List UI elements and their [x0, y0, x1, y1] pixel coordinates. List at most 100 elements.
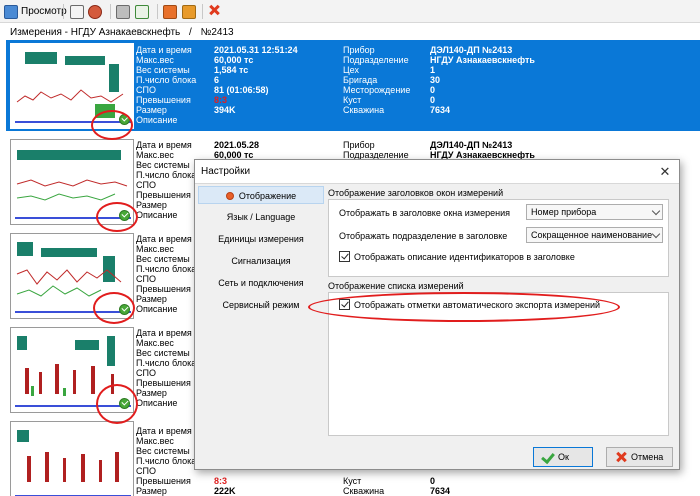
nav-item-network[interactable]: Сеть и подключения: [198, 274, 324, 292]
clear-icon: [88, 4, 102, 19]
field-label: Прибор: [343, 45, 375, 55]
view-button[interactable]: Просмотр: [4, 3, 67, 20]
measurement-row[interactable]: Дата и время Макс.вес Вес системы П.числ…: [6, 40, 700, 131]
field-value: 1,584 тс: [214, 65, 249, 75]
field-label: СПО: [136, 180, 156, 190]
clear-button[interactable]: [88, 3, 102, 20]
field-value: 2021.05.31 12:51:24: [214, 45, 298, 55]
select-value: Номер прибора: [531, 207, 597, 217]
field-label: Размер: [136, 294, 167, 304]
export-mark-icon: [119, 210, 130, 221]
field-value: 394K: [214, 105, 236, 115]
field-label: Вес системы: [136, 160, 190, 170]
field-value: 60,000 тс: [214, 55, 254, 65]
field-label: Скважина: [343, 105, 385, 115]
field-label: Описание: [136, 398, 178, 408]
field-label: П.число блока: [136, 170, 197, 180]
chevron-down-icon: [651, 206, 661, 216]
division-select[interactable]: Сокращенное наименование: [526, 227, 663, 243]
field-label: П.число блока: [136, 358, 197, 368]
thumbnail-chart: [15, 430, 131, 496]
checkbox-label: Отображать описание идентификаторов в за…: [354, 252, 575, 262]
download-button[interactable]: [182, 3, 196, 20]
field-label: Превышения: [136, 190, 191, 200]
download-icon: [182, 4, 196, 19]
measurement-thumbnail[interactable]: [10, 327, 134, 413]
field-label: Дата и время: [136, 45, 192, 55]
print-icon: [116, 4, 130, 19]
measurement-thumbnail[interactable]: [10, 233, 134, 319]
field-label: Дата и время: [136, 328, 192, 338]
view-button-label: Просмотр: [21, 6, 67, 17]
field-label: Превышения: [136, 95, 191, 105]
nav-item-alarms[interactable]: Сигнализация: [198, 252, 324, 270]
dialog-title-bar[interactable]: Настройки ✕: [195, 160, 679, 184]
measurement-thumbnail[interactable]: [10, 139, 134, 225]
checkbox-label: Отображать отметки автоматического экспо…: [354, 300, 601, 310]
dialog-title: Настройки: [201, 166, 251, 177]
measurement-thumbnail[interactable]: [10, 421, 134, 496]
settings-nav: Отображение Язык / Language Единицы изме…: [198, 186, 324, 334]
field-value: 222K: [214, 486, 236, 496]
field-label: Превышения: [136, 378, 191, 388]
nav-item-language[interactable]: Язык / Language: [198, 208, 324, 226]
field-label: СПО: [136, 368, 156, 378]
field-value: 0: [430, 476, 436, 486]
breadcrumb-separator: /: [189, 27, 192, 38]
delete-icon: [208, 5, 222, 19]
export-mark-icon: [119, 304, 130, 315]
field-label: Дата и время: [136, 234, 192, 244]
cancel-icon: [615, 452, 627, 462]
field-value: 8:3: [214, 95, 228, 105]
print-button[interactable]: [116, 3, 130, 20]
nav-item-units[interactable]: Единицы измерения: [198, 230, 324, 248]
display-icon: [225, 192, 234, 200]
close-icon[interactable]: ✕: [655, 162, 675, 182]
thumbnail-chart: [15, 52, 131, 123]
measurement-thumbnail[interactable]: [10, 43, 134, 129]
field-value: 8:3: [214, 476, 228, 486]
field-label: Размер: [136, 486, 167, 496]
ok-button[interactable]: Ок: [533, 447, 593, 467]
field-value: НГДУ Азнакаевскнефть: [430, 55, 535, 65]
nav-item-display[interactable]: Отображение: [198, 186, 324, 204]
field-label: Макс.вес: [136, 55, 174, 65]
edit-button[interactable]: [70, 3, 84, 20]
breadcrumb-item[interactable]: Измерения - НГДУ Азнакаевскнефть: [10, 27, 180, 38]
field-value: ДЭЛ140-ДП №2413: [430, 140, 513, 150]
show-id-description-checkbox[interactable]: [339, 251, 350, 262]
edit-icon: [70, 4, 84, 19]
field-label: СПО: [136, 85, 156, 95]
field-label: П.число блока: [136, 456, 197, 466]
title-content-select[interactable]: Номер прибора: [526, 204, 663, 220]
field-label: Превышения: [136, 476, 191, 486]
breadcrumb-item[interactable]: №2413: [201, 27, 234, 38]
toolbar-separator: [157, 4, 158, 19]
import-button[interactable]: [163, 3, 177, 20]
cancel-button[interactable]: Отмена: [606, 447, 673, 467]
export-mark-icon: [119, 398, 130, 409]
field-value: 2021.05.28: [214, 140, 260, 150]
field-label: Макс.вес: [136, 436, 174, 446]
field-label: Куст: [343, 476, 362, 486]
toolbar-separator: [110, 4, 111, 19]
field-label: Куст: [343, 95, 362, 105]
field-value: 1: [430, 65, 436, 75]
field-label: Превышения: [136, 284, 191, 294]
group-title: Отображение списка измерений: [328, 281, 464, 291]
field-value: 0: [430, 95, 436, 105]
toolbar-separator: [63, 4, 64, 19]
export-icon: [135, 4, 149, 19]
nav-item-service[interactable]: Сервисный режим: [198, 296, 324, 314]
toolbar: Просмотр: [0, 0, 700, 23]
thumbnail-chart: [15, 150, 131, 219]
field-label: Размер: [136, 388, 167, 398]
field-value: 7634: [430, 105, 451, 115]
field-label: Размер: [136, 105, 167, 115]
show-export-marks-checkbox[interactable]: [339, 299, 350, 310]
field-value: 7634: [430, 486, 451, 496]
delete-button[interactable]: [208, 3, 222, 20]
field-label: П.число блока: [136, 264, 197, 274]
field-label: Макс.вес: [136, 338, 174, 348]
export-button[interactable]: [135, 3, 149, 20]
